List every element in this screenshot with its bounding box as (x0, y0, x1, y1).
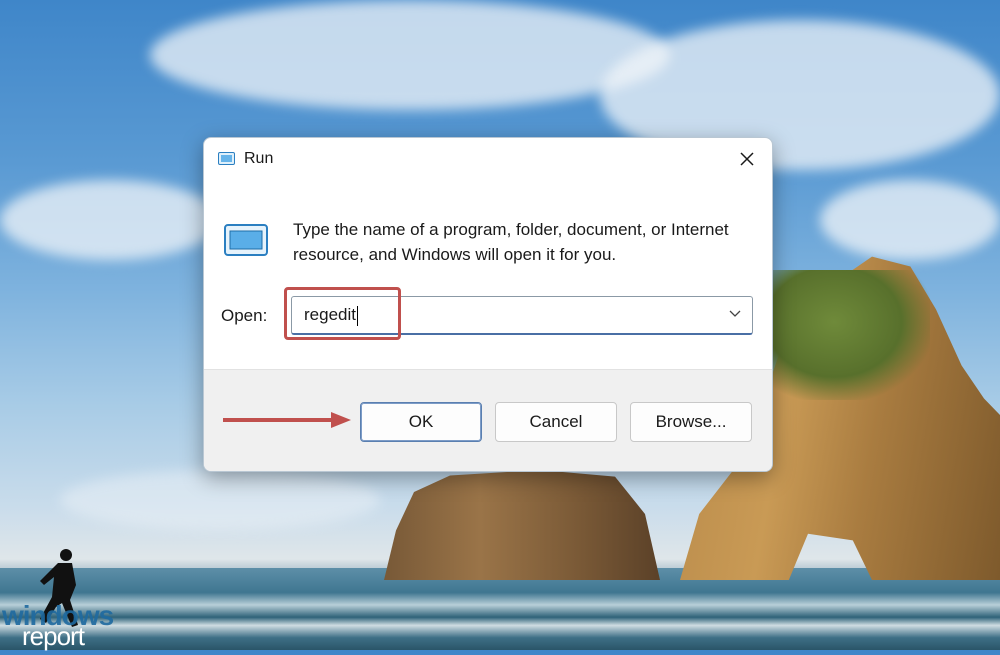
pointer-arrow-annotation (223, 412, 351, 428)
browse-button[interactable]: Browse... (630, 402, 752, 442)
window-title: Run (244, 150, 274, 167)
dialog-description: Type the name of a program, folder, docu… (293, 220, 729, 264)
run-app-icon (224, 224, 268, 256)
close-button[interactable] (722, 138, 772, 180)
sea (0, 568, 1000, 650)
close-icon (740, 152, 754, 166)
watermark-text-report: report (22, 621, 85, 651)
ok-button[interactable]: OK (360, 402, 482, 442)
cancel-button[interactable]: Cancel (495, 402, 617, 442)
input-highlight-annotation (284, 287, 401, 340)
chevron-down-icon (729, 310, 741, 317)
dropdown-button[interactable] (724, 303, 746, 325)
title-bar[interactable]: Run (204, 138, 772, 180)
run-app-icon (218, 152, 235, 165)
open-label: Open: (221, 306, 268, 325)
rock-formation (384, 470, 660, 580)
